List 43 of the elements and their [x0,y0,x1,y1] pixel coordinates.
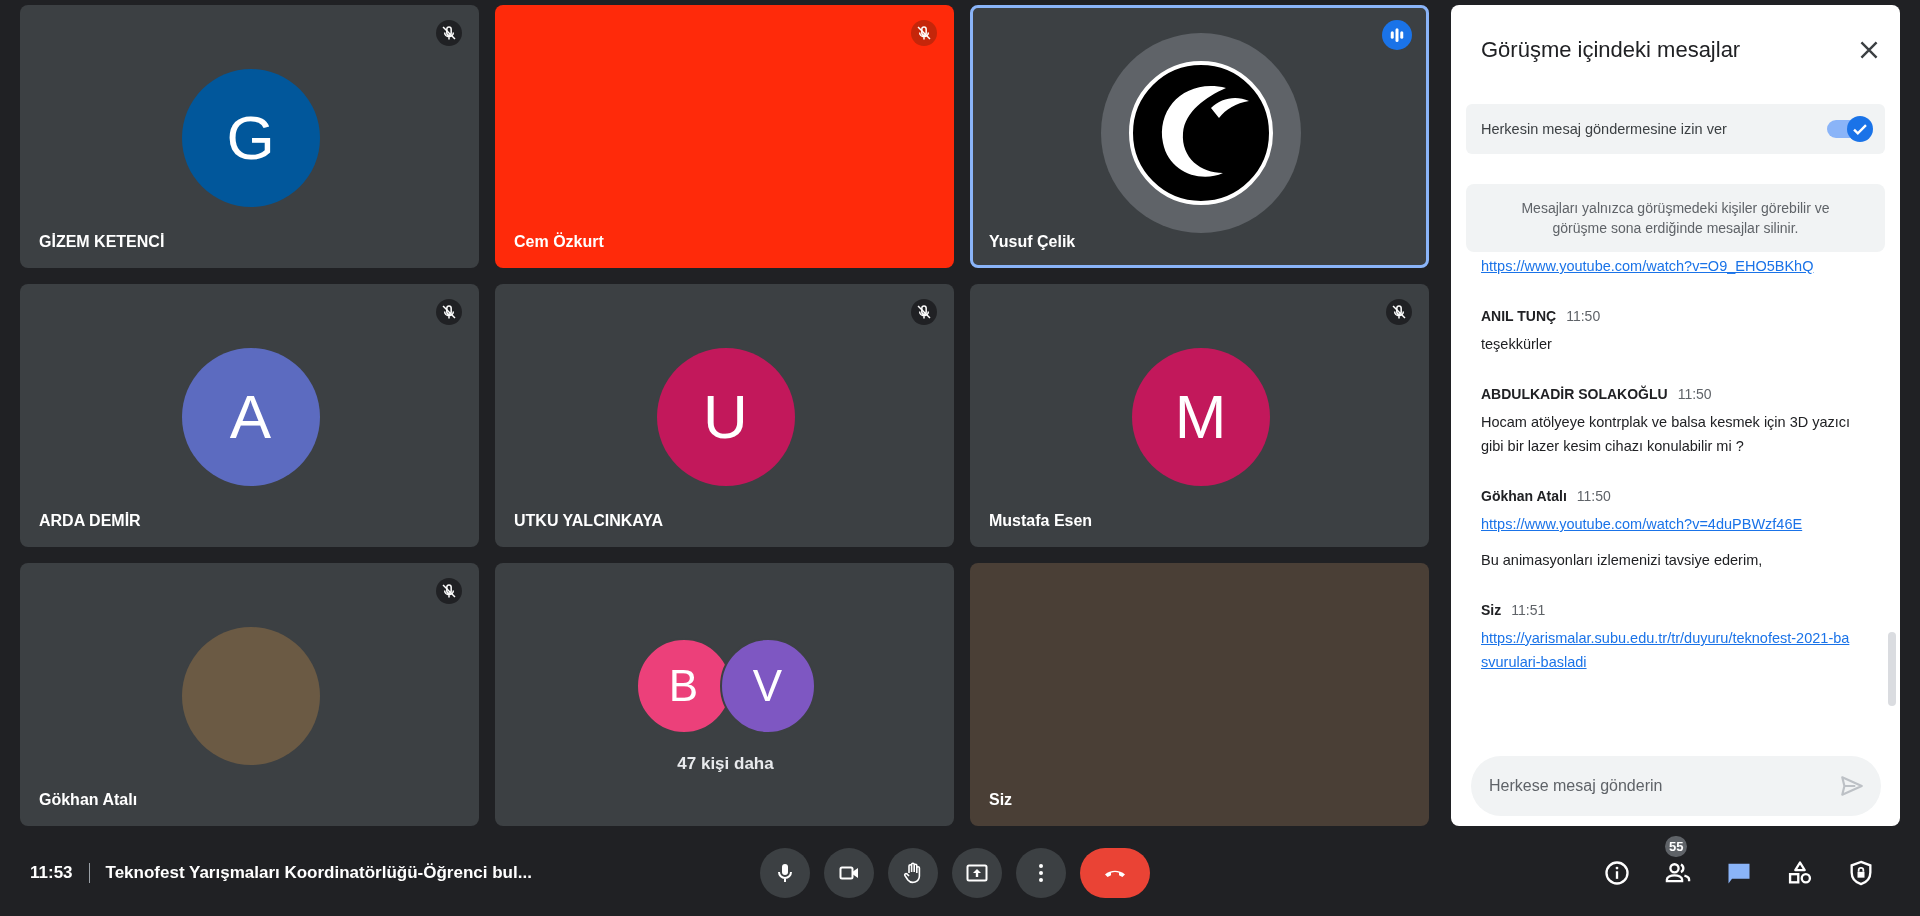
sender-name: Siz [1481,602,1502,618]
participant-name: GİZEM KETENCİ [39,233,165,251]
setting-label: Herkesin mesaj göndermesine izin ver [1481,121,1727,137]
present-screen-button[interactable] [952,848,1002,898]
participant-name: UTKU YALCINKAYA [514,512,664,530]
meeting-time: 11:53 [30,863,73,883]
message-text: Hocam atölyeye kontrplak ve balsa kesmek için 3D yazıcı gibi bir lazer kesim cihazı konulabilir mi ? [1481,413,1852,456]
message-text: teşekkürler [1481,335,1553,354]
participant-avatar: G [181,68,320,207]
info-notice: Mesajları yalnızca görüşmedeki kişiler görebilir ve görüşme sona erdiğinde mesajlar silinir. [1466,184,1885,252]
participant-name: Siz [989,791,1013,809]
participant-name: Yusuf Çelik [989,233,1076,251]
message-link[interactable]: https://www.youtube.com/watch?v=4duPBWzf46E [1481,512,1852,536]
sender-name: ABDULKADİR SOLAKOĞLU [1481,386,1668,402]
participant-name: Cem Özkurt [514,233,604,251]
message-time: 11:51 [1511,602,1546,618]
hang-up-button[interactable] [1080,848,1150,898]
sender-name: Gökhan Atalı [1481,488,1567,504]
participant-name: Gökhan Atalı [39,791,138,809]
sender-name: ANIL TUNÇ [1481,308,1557,324]
raise-hand-button[interactable] [888,848,938,898]
message-input[interactable]: Herkese mesaj gönderin [1471,756,1881,816]
toggle-thumb[interactable] [1847,116,1873,142]
message-time: 11:50 [1576,488,1611,504]
panel-title: Görüşme içindeki mesajlar [1481,37,1741,63]
info-button[interactable] [1602,858,1632,888]
participant-name: Mustafa Esen [989,512,1093,530]
meeting-title: Teknofest Yarışmaları Koordinatörlüğü-Öğrenci bul... [105,863,532,883]
participant-count-badge: 55 [1665,836,1688,857]
participant-avatar: M [1131,347,1270,486]
message-link[interactable]: https://yarismalar.subu.edu.tr/tr/duyuru/teknofest-2021-basvurulari-basladi [1481,626,1852,674]
message-time: 11:50 [1677,386,1712,402]
participant-avatar: A [181,347,320,486]
message-text: Bu animasyonları izlemenizi tavsiye ederim, [1481,551,1764,570]
microphone-button[interactable] [760,848,810,898]
participant-name: ARDA DEMİR [39,512,141,530]
message-link[interactable]: https://www.youtube.com/watch?v=O9_EHO5BKhQ [1481,254,1852,278]
message-time: 11:50 [1566,308,1601,324]
scrollbar-thumb[interactable] [1888,632,1896,706]
camera-button[interactable] [824,848,874,898]
participant-avatar: V [719,637,816,734]
more-participants-label: 47 kişi daha [677,753,774,774]
participant-avatar: U [656,347,795,486]
